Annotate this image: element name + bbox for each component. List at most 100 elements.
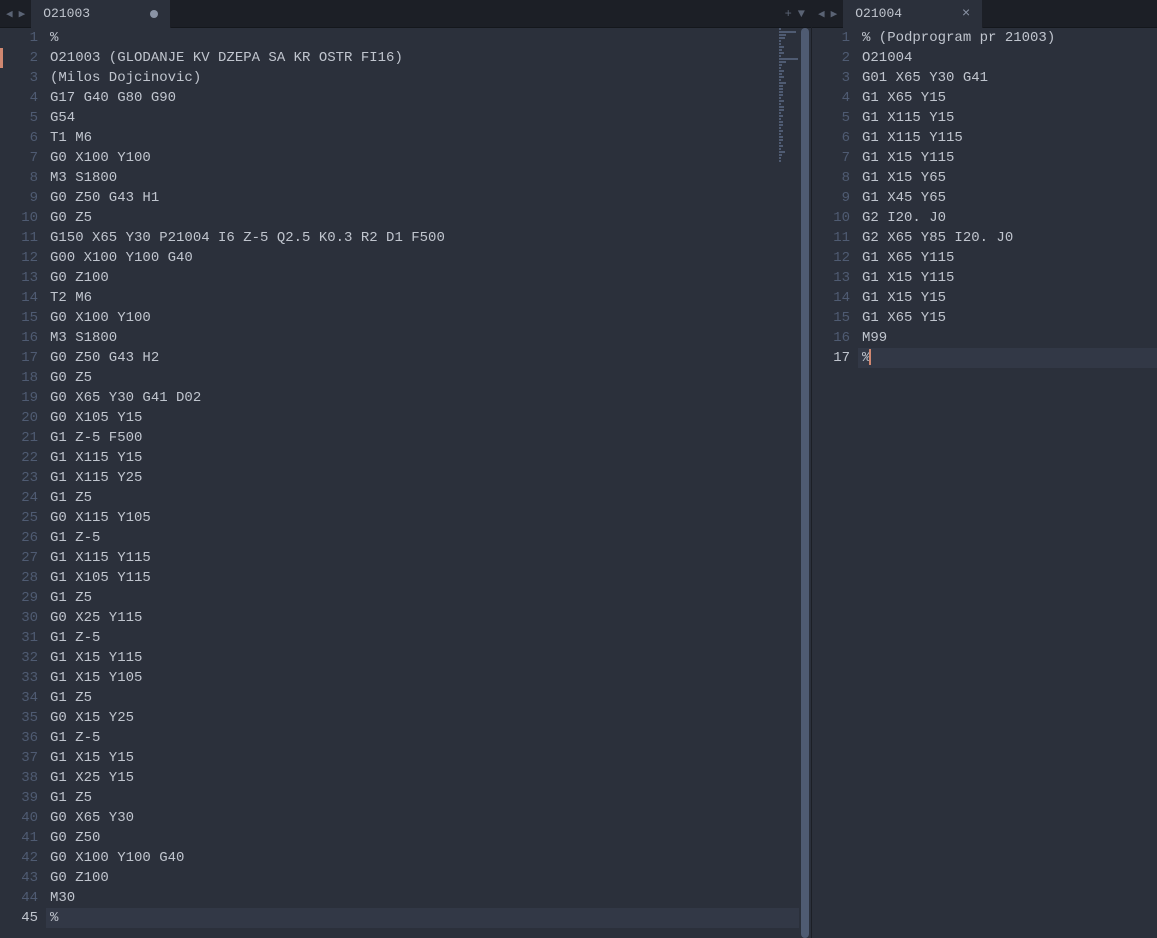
right-code-area[interactable]: % (Podprogram pr 21003)O21004G01 X65 Y30… [858, 28, 1157, 938]
tab-o21003[interactable]: O21003 [31, 0, 171, 28]
code-line[interactable]: G1 X15 Y15 [46, 748, 811, 768]
right-tab-nav: ◀ ▶ [812, 5, 843, 23]
left-code-area[interactable]: %O21003 (GLODANJE KV DZEPA SA KR OSTR FI… [46, 28, 811, 938]
code-line[interactable]: G2 X65 Y85 I20. J0 [858, 228, 1157, 248]
line-number: 13 [0, 268, 38, 288]
code-line[interactable]: G1 X115 Y115 [46, 548, 811, 568]
tab-o21004[interactable]: O21004 × [843, 0, 983, 28]
code-line[interactable]: O21003 (GLODANJE KV DZEPA SA KR OSTR FI1… [46, 48, 811, 68]
right-pane: ◀ ▶ O21004 × 1234567891011121314151617 %… [812, 0, 1157, 938]
tab-next-icon[interactable]: ▶ [829, 5, 840, 23]
close-tab-icon[interactable]: × [962, 7, 970, 21]
line-number: 13 [812, 268, 850, 288]
line-number: 8 [0, 168, 38, 188]
code-line[interactable]: G0 X15 Y25 [46, 708, 811, 728]
line-number: 1 [812, 28, 850, 48]
code-line[interactable]: T1 M6 [46, 128, 811, 148]
tab-prev-icon[interactable]: ◀ [816, 5, 827, 23]
scrollbar-thumb[interactable] [801, 28, 809, 938]
line-number: 3 [0, 68, 38, 88]
code-line[interactable]: G0 X115 Y105 [46, 508, 811, 528]
line-number: 6 [0, 128, 38, 148]
code-line[interactable]: G1 Z-5 [46, 528, 811, 548]
line-number: 41 [0, 828, 38, 848]
left-editor-body[interactable]: 1234567891011121314151617181920212223242… [0, 28, 811, 938]
line-number: 11 [812, 228, 850, 248]
line-number: 35 [0, 708, 38, 728]
code-line[interactable]: M3 S1800 [46, 168, 811, 188]
code-line[interactable]: % [46, 908, 811, 928]
code-line[interactable]: G1 Z-5 [46, 628, 811, 648]
line-number: 4 [0, 88, 38, 108]
line-number: 4 [812, 88, 850, 108]
code-line[interactable]: G0 X100 Y100 [46, 148, 811, 168]
code-line[interactable]: G1 X105 Y115 [46, 568, 811, 588]
code-line[interactable]: G0 X105 Y15 [46, 408, 811, 428]
line-number: 5 [812, 108, 850, 128]
code-line[interactable]: G1 X115 Y25 [46, 468, 811, 488]
code-line[interactable]: (Milos Dojcinovic) [46, 68, 811, 88]
code-line[interactable]: G1 Z5 [46, 588, 811, 608]
code-line[interactable]: M99 [858, 328, 1157, 348]
code-line[interactable]: G150 X65 Y30 P21004 I6 Z-5 Q2.5 K0.3 R2 … [46, 228, 811, 248]
code-line[interactable]: G2 I20. J0 [858, 208, 1157, 228]
code-line[interactable]: G1 Z-5 [46, 728, 811, 748]
code-line[interactable]: G1 X15 Y115 [858, 268, 1157, 288]
tab-prev-icon[interactable]: ◀ [4, 5, 15, 23]
code-line[interactable]: G1 X15 Y115 [46, 648, 811, 668]
code-line[interactable]: G1 X15 Y65 [858, 168, 1157, 188]
code-line[interactable]: G1 Z5 [46, 488, 811, 508]
code-line[interactable]: G1 Z5 [46, 688, 811, 708]
line-number: 37 [0, 748, 38, 768]
code-line[interactable]: G0 Z100 [46, 268, 811, 288]
line-number: 10 [812, 208, 850, 228]
code-line[interactable]: G1 X115 Y15 [858, 108, 1157, 128]
code-line[interactable]: G17 G40 G80 G90 [46, 88, 811, 108]
code-line[interactable]: G0 Z50 G43 H1 [46, 188, 811, 208]
code-line[interactable]: G0 X100 Y100 G40 [46, 848, 811, 868]
line-number: 17 [812, 348, 850, 368]
code-line[interactable]: % [46, 28, 811, 48]
code-line[interactable]: G1 X15 Y105 [46, 668, 811, 688]
tab-next-icon[interactable]: ▶ [17, 5, 28, 23]
code-line[interactable]: G0 Z5 [46, 368, 811, 388]
code-line[interactable]: % [858, 348, 1157, 368]
code-line[interactable]: T2 M6 [46, 288, 811, 308]
code-line[interactable]: G0 X65 Y30 G41 D02 [46, 388, 811, 408]
code-line[interactable]: G0 X100 Y100 [46, 308, 811, 328]
code-line[interactable]: G1 X25 Y15 [46, 768, 811, 788]
new-tab-icon[interactable]: + [785, 7, 792, 21]
code-line[interactable]: G1 Z-5 F500 [46, 428, 811, 448]
code-line[interactable]: G0 Z50 [46, 828, 811, 848]
left-tab-nav: ◀ ▶ [0, 5, 31, 23]
code-line[interactable]: M30 [46, 888, 811, 908]
right-tab-bar: ◀ ▶ O21004 × [812, 0, 1157, 28]
code-line[interactable]: G1 X115 Y115 [858, 128, 1157, 148]
right-editor-body[interactable]: 1234567891011121314151617 % (Podprogram … [812, 28, 1157, 938]
code-line[interactable]: G00 X100 Y100 G40 [46, 248, 811, 268]
tab-menu-icon[interactable]: ▼ [798, 7, 805, 21]
code-line[interactable]: G1 X65 Y15 [858, 88, 1157, 108]
code-line[interactable]: G0 Z100 [46, 868, 811, 888]
code-line[interactable]: G1 X45 Y65 [858, 188, 1157, 208]
line-number: 36 [0, 728, 38, 748]
line-number: 7 [812, 148, 850, 168]
code-line[interactable]: G1 X65 Y15 [858, 308, 1157, 328]
code-line[interactable]: G0 X25 Y115 [46, 608, 811, 628]
code-line[interactable]: G0 X65 Y30 [46, 808, 811, 828]
code-line[interactable]: G0 Z5 [46, 208, 811, 228]
code-line[interactable]: % (Podprogram pr 21003) [858, 28, 1157, 48]
code-line[interactable]: G1 X115 Y15 [46, 448, 811, 468]
code-line[interactable]: G1 X65 Y115 [858, 248, 1157, 268]
code-line[interactable]: G1 Z5 [46, 788, 811, 808]
code-line[interactable]: G0 Z50 G43 H2 [46, 348, 811, 368]
code-line[interactable]: G1 X15 Y15 [858, 288, 1157, 308]
code-line[interactable]: G54 [46, 108, 811, 128]
line-number: 11 [0, 228, 38, 248]
code-line[interactable]: O21004 [858, 48, 1157, 68]
code-line[interactable]: G1 X15 Y115 [858, 148, 1157, 168]
line-number: 15 [0, 308, 38, 328]
vertical-scrollbar[interactable] [799, 28, 811, 938]
code-line[interactable]: G01 X65 Y30 G41 [858, 68, 1157, 88]
code-line[interactable]: M3 S1800 [46, 328, 811, 348]
